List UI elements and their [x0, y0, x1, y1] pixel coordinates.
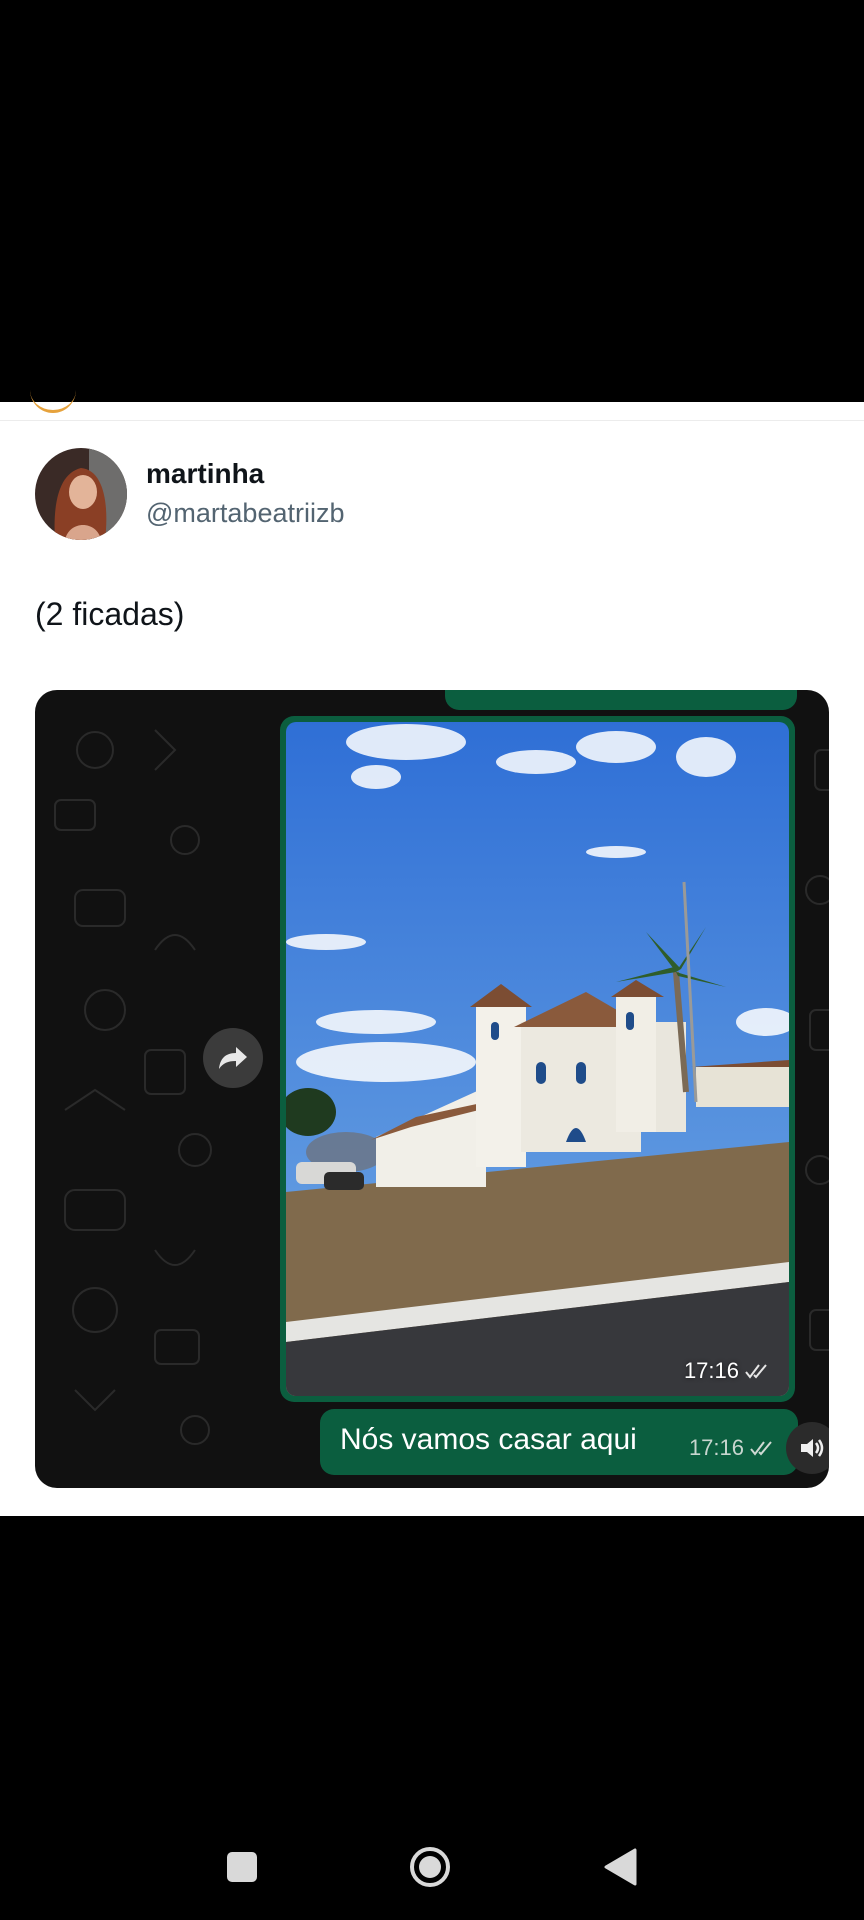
previous-tweet-peek — [30, 390, 76, 413]
user-handle[interactable]: @martabeatriizb — [146, 498, 344, 529]
circle-icon — [410, 1847, 450, 1887]
text-message-bubble[interactable]: Nós vamos casar aqui 17:16 — [320, 1409, 798, 1475]
message-text: Nós vamos casar aqui — [340, 1423, 637, 1456]
triangle-back-icon — [604, 1848, 637, 1886]
tweet-text: (2 ficadas) — [35, 596, 185, 632]
back-button[interactable] — [603, 1848, 637, 1886]
image-message-bubble[interactable]: 17:16 — [280, 716, 795, 1402]
double-check-icon — [745, 1364, 767, 1379]
avatar[interactable] — [35, 448, 127, 540]
home-button[interactable] — [409, 1846, 451, 1888]
previous-message-bubble — [445, 690, 797, 710]
message-timestamp: 17:16 — [689, 1435, 776, 1461]
recents-button[interactable] — [227, 1852, 257, 1882]
speaker-icon — [801, 1439, 824, 1457]
divider — [0, 420, 864, 421]
volume-button[interactable] — [786, 1422, 829, 1474]
church-photo[interactable]: 17:16 — [286, 722, 789, 1396]
forward-arrow-icon — [219, 1047, 247, 1069]
tweet-card: martinha @martabeatriizb (2 ficadas) 17:… — [0, 402, 864, 1516]
double-check-icon — [750, 1441, 772, 1456]
forward-button[interactable] — [203, 1028, 263, 1088]
tweet-media[interactable]: 17:16 Nós vamos casar aqui 17:16 — [35, 690, 829, 1488]
image-timestamp: 17:16 — [684, 1358, 771, 1384]
display-name[interactable]: martinha — [146, 458, 264, 490]
